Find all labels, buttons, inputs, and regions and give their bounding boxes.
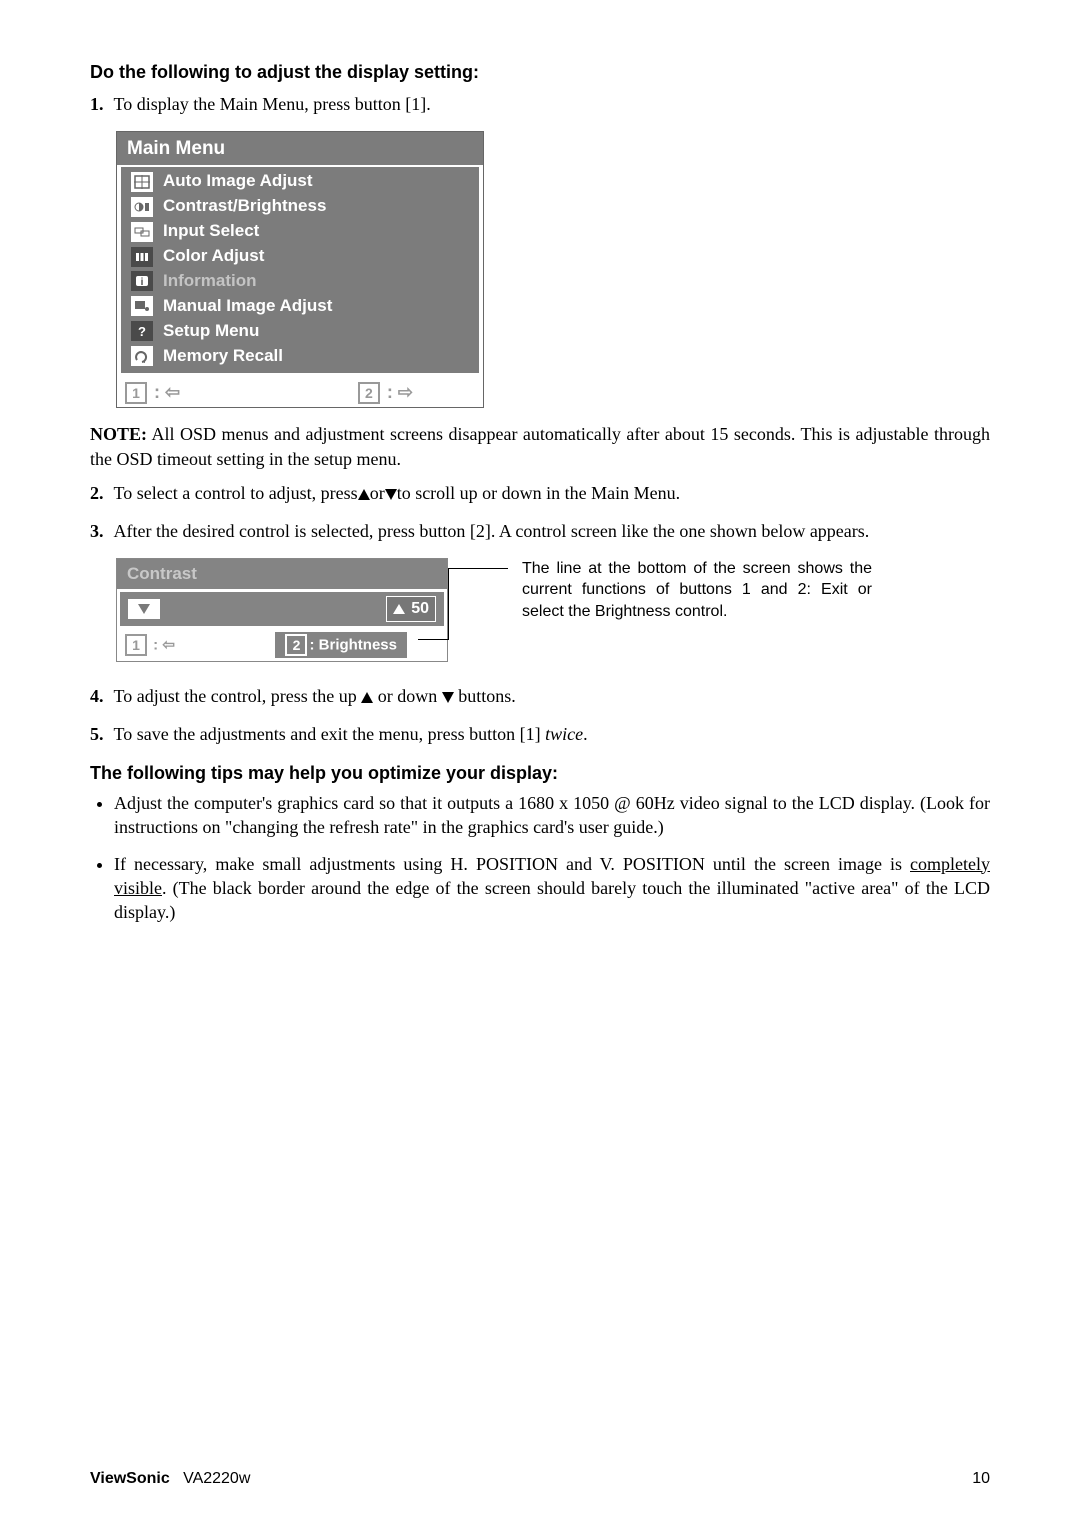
step-5: 5. To save the adjustments and exit the m… [90,722,990,746]
menu-item-4: Information [163,270,257,293]
contrast-graphic: Contrast 50 1 : ⇦ 2: Brightness [116,558,448,663]
footer-brand: ViewSonic [90,1470,170,1487]
foot-key-1: 1 [125,382,147,404]
contrast-key-2: 2 [285,634,307,656]
footer-model: VA2220w [183,1470,250,1487]
contrast-footer: 1 : ⇦ 2: Brightness [117,629,447,661]
contrast-down-icon [128,599,160,619]
step-4: 4. To adjust the control, press the up or… [90,684,990,708]
step-5-num: 5. [90,724,104,744]
input-icon [131,222,153,242]
step-3-num: 3. [90,521,104,541]
auto-image-icon [131,172,153,192]
heading-tips: The following tips may help you optimize… [90,761,990,785]
tip-2b: . (The black border around the edge of t… [114,878,990,922]
step-5-pre: To save the adjustments and exit the men… [114,724,546,744]
memory-icon [131,346,153,366]
color-icon [131,247,153,267]
contrast-key-1: 1 [125,634,147,656]
menu-item-1: Contrast/Brightness [163,195,326,218]
down-arrow-icon [385,489,397,500]
setup-icon: ? [131,321,153,341]
exit-icon: : ⇦ [149,382,180,402]
step-4-post: buttons. [454,686,516,706]
step-2-num: 2. [90,483,104,503]
menu-item-3: Color Adjust [163,245,264,268]
note-text: All OSD menus and adjustment screens dis… [90,424,990,468]
step-3: 3. After the desired control is selected,… [90,519,990,543]
step-2-pre: To select a control to adjust, press [114,483,358,503]
step-4-num: 4. [90,686,104,706]
contrast-value-box: 50 [386,596,436,622]
footer-page: 10 [972,1468,990,1490]
contrast-title: Contrast [117,559,447,590]
step-2-mid: or [370,483,385,503]
heading-adjust: Do the following to adjust the display s… [90,60,990,84]
down-arrow-icon-2 [442,692,454,703]
main-menu-title: Main Menu [117,132,483,166]
tip-2a: If necessary, make small adjustments usi… [114,854,910,874]
svg-text:?: ? [138,324,146,338]
callout-line [448,558,508,640]
manual-icon [131,296,153,316]
exit-icon-2: : ⇦ [149,637,175,654]
step-2-post: to scroll up or down in the Main Menu. [397,483,680,503]
menu-item-6: Setup Menu [163,320,259,343]
callout-text: The line at the bottom of the screen sho… [522,558,872,623]
note-paragraph: NOTE: All OSD menus and adjustment scree… [90,422,990,471]
up-arrow-icon-2 [361,692,373,703]
main-menu-graphic: Main Menu Auto Image Adjust Contrast/Bri… [116,131,484,409]
main-menu-body: Auto Image Adjust Contrast/Brightness In… [117,165,483,377]
contrast-icon [131,197,153,217]
step-2: 2. To select a control to adjust, press or… [90,481,990,505]
main-menu-footer: 1 : ⇦ 2 : ⇨ [117,377,483,408]
step-5-ital: twice [545,724,583,744]
brightness-label: : Brightness [309,637,397,654]
page-footer: ViewSonic VA2220w 10 [90,1468,990,1490]
step-1-num: 1. [90,94,104,114]
menu-item-0: Auto Image Adjust [163,170,313,193]
menu-item-7: Memory Recall [163,345,283,368]
contrast-mid: 50 [117,589,447,629]
step-1: 1. To display the Main Menu, press button… [90,92,990,116]
menu-item-2: Input Select [163,220,259,243]
note-label: NOTE: [90,424,147,444]
contrast-value: 50 [411,598,429,620]
info-icon: i [131,271,153,291]
up-arrow-icon [358,489,370,500]
tip-2: If necessary, make small adjustments usi… [114,852,990,925]
step-4-mid: or down [373,686,442,706]
step-4-pre: To adjust the control, press the up [114,686,362,706]
svg-text:i: i [141,277,144,288]
step-3-text: After the desired control is selected, p… [114,521,870,541]
step-1-text: To display the Main Menu, press button [… [114,94,431,114]
step-5-post: . [583,724,588,744]
enter-icon: : ⇨ [382,382,413,402]
menu-item-5: Manual Image Adjust [163,295,332,318]
foot-key-2: 2 [358,382,380,404]
tip-1: Adjust the computer's graphics card so t… [114,791,990,840]
